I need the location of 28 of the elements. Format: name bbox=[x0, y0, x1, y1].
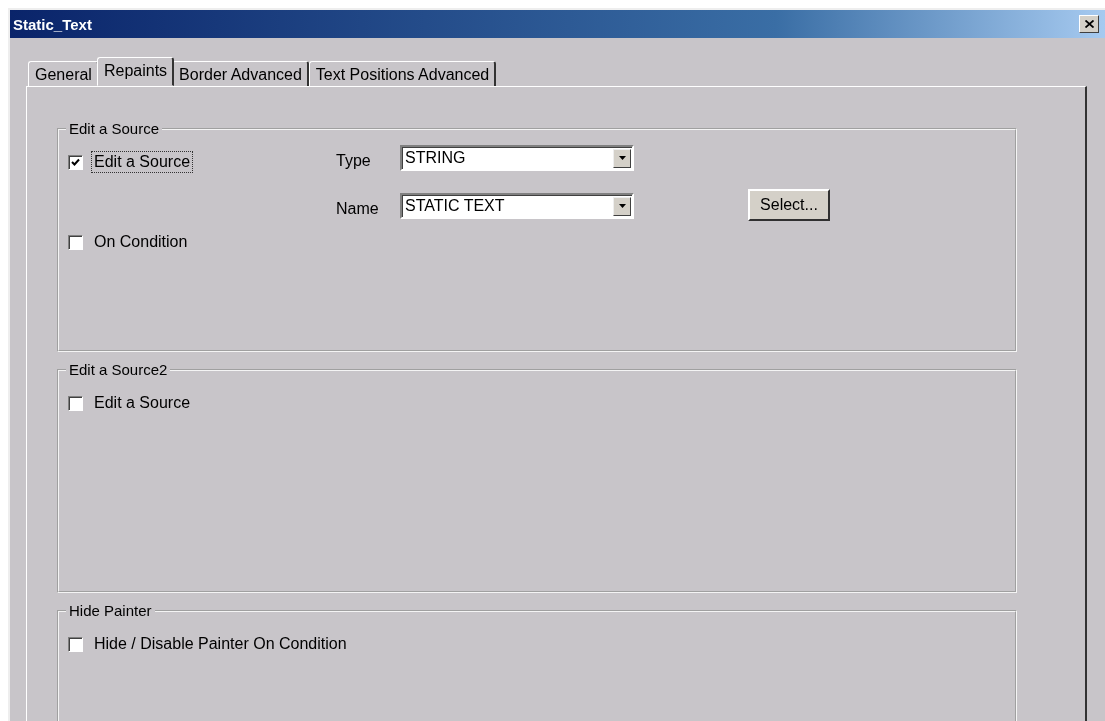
dropdown-arrow-button[interactable] bbox=[613, 196, 631, 216]
checkbox[interactable] bbox=[68, 234, 83, 250]
tab[interactable]: Text Positions Advanced bbox=[308, 61, 497, 86]
caret-icon bbox=[618, 156, 626, 160]
dropdown-arrow-button[interactable] bbox=[613, 148, 631, 168]
group-title: Edit a Source bbox=[68, 120, 161, 137]
field-label: Type bbox=[336, 151, 372, 170]
group-title: Hide Painter bbox=[68, 602, 153, 619]
close-button[interactable] bbox=[1079, 15, 1099, 33]
checkbox-label[interactable]: Edit a Source bbox=[91, 151, 194, 173]
tab[interactable]: General bbox=[28, 61, 99, 86]
checkbox[interactable] bbox=[68, 154, 83, 170]
checkmark-icon bbox=[71, 157, 80, 167]
group-title: Edit a Source2 bbox=[68, 361, 169, 378]
tab[interactable]: Border Advanced bbox=[172, 61, 309, 86]
close-icon bbox=[1084, 20, 1094, 28]
checkbox[interactable] bbox=[68, 636, 83, 652]
tab[interactable]: Repaints bbox=[96, 57, 175, 86]
checkbox-label[interactable]: On Condition bbox=[91, 231, 191, 253]
field-label: Name bbox=[336, 199, 380, 218]
select-button[interactable]: Select... bbox=[748, 189, 830, 221]
checkbox-label[interactable]: Edit a Source bbox=[91, 392, 194, 414]
dropdown[interactable]: STATIC TEXT bbox=[400, 193, 634, 219]
caret-icon bbox=[618, 204, 626, 208]
dropdown[interactable]: STRING bbox=[400, 145, 634, 171]
window-title: Static_Text bbox=[13, 15, 92, 33]
checkbox[interactable] bbox=[68, 395, 83, 411]
checkbox-label[interactable]: Hide / Disable Painter On Condition bbox=[91, 633, 350, 655]
